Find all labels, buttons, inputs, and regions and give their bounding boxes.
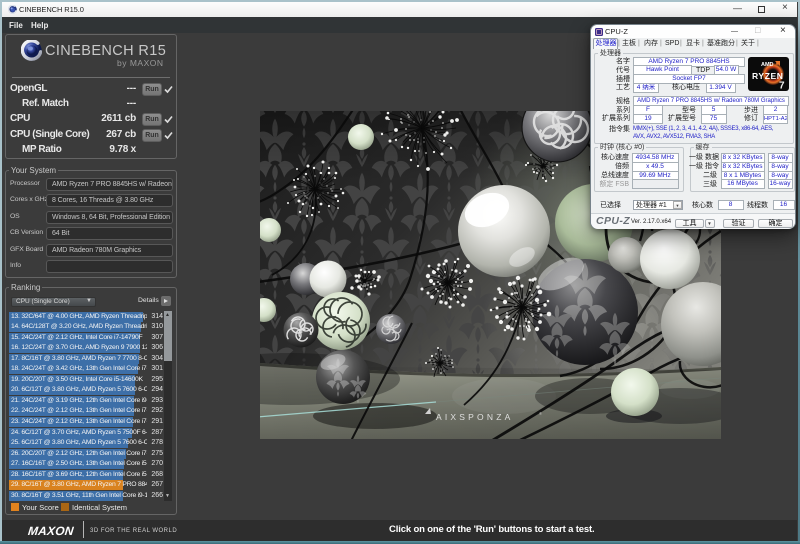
svg-text:7: 7	[779, 81, 785, 92]
svg-text:RYZEN: RYZEN	[752, 71, 784, 81]
svg-text:AIXSPONZA: AIXSPONZA	[436, 412, 513, 422]
svg-text:®: ®	[539, 411, 542, 416]
svg-text:AMD: AMD	[761, 62, 774, 68]
